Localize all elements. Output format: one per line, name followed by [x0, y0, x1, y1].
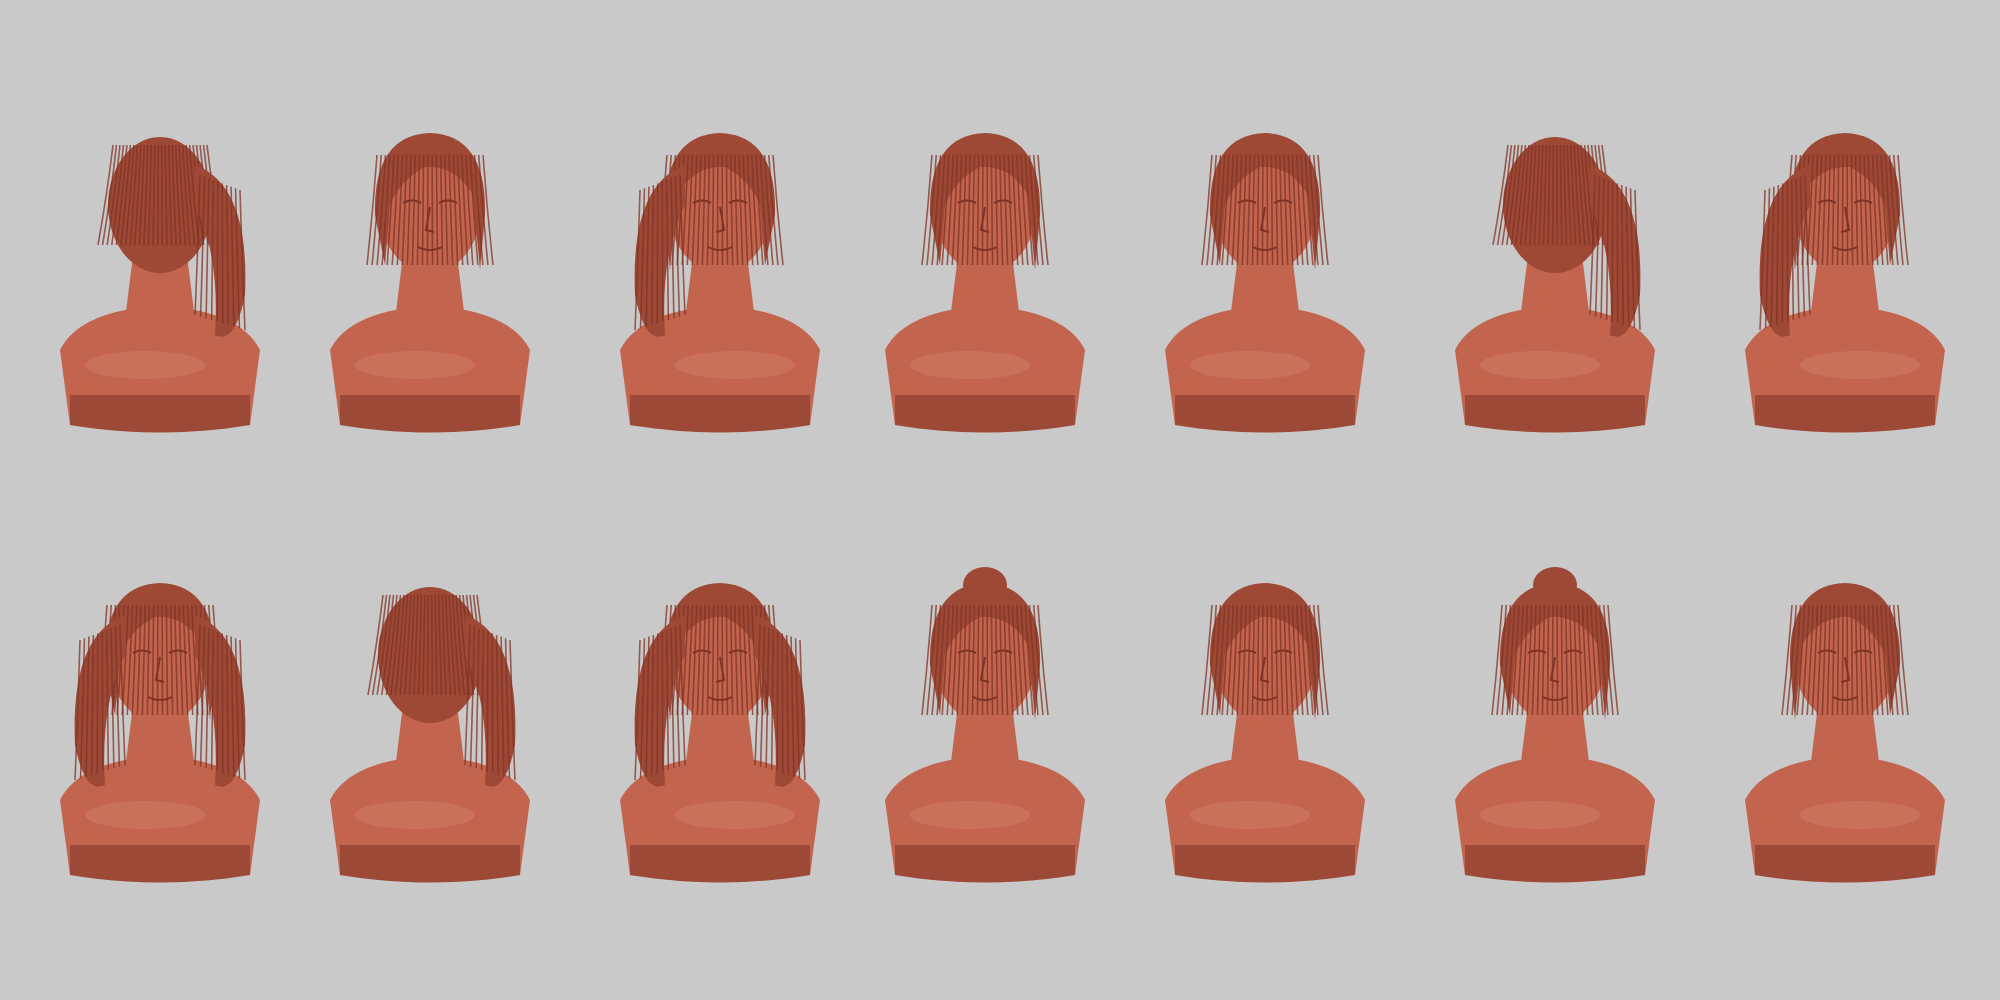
sculpt-bust [870, 95, 1100, 455]
sculpt-bust [315, 95, 545, 455]
sculpt-bust [1730, 545, 1960, 905]
sculpt-bust [605, 545, 835, 905]
sculpt-bust [315, 545, 545, 905]
sculpt-bust [870, 545, 1100, 905]
sculpt-bust [1730, 95, 1960, 455]
sculpt-bust [605, 95, 835, 455]
sculpt-bust [1440, 95, 1670, 455]
sculpt-bust [1440, 545, 1670, 905]
sculpt-bust [45, 545, 275, 905]
render-sheet [0, 0, 2000, 1000]
sculpt-bust [45, 95, 275, 455]
sculpt-bust [1150, 95, 1380, 455]
sculpt-bust [1150, 545, 1380, 905]
